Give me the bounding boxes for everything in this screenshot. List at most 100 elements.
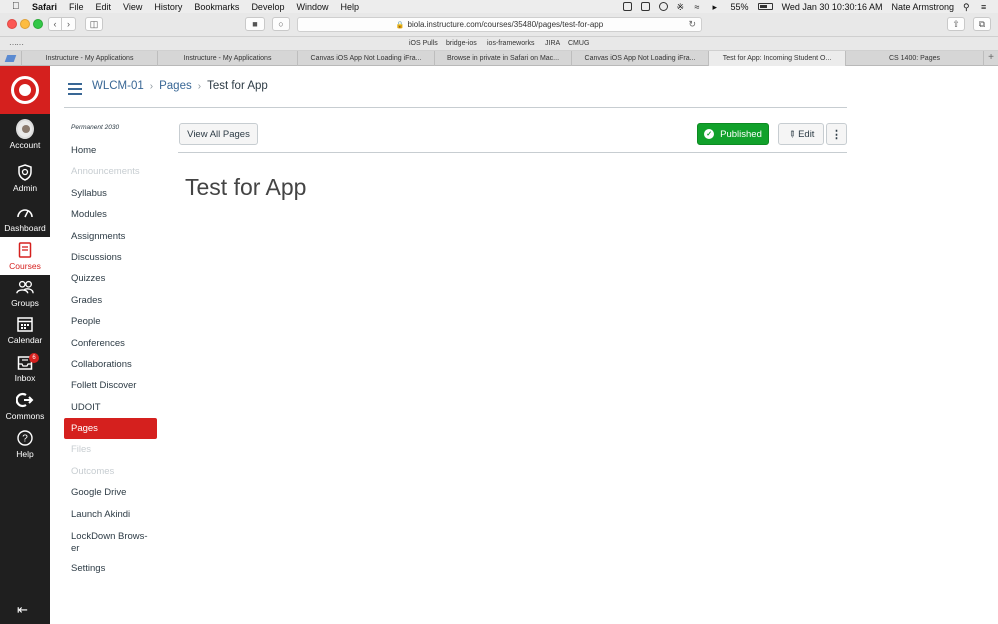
- menu-edit[interactable]: Edit: [96, 2, 112, 12]
- dashboard-gauge-icon: [16, 203, 34, 221]
- view-all-pages-button[interactable]: View All Pages: [179, 123, 258, 145]
- package-icon[interactable]: [640, 2, 650, 11]
- course-nav-item-launch-akindi[interactable]: Launch Akindi: [64, 504, 157, 525]
- tab[interactable]: Canvas iOS App Not Loading iFra...: [572, 51, 709, 66]
- course-menu-toggle[interactable]: [68, 83, 82, 95]
- menu-file[interactable]: File: [69, 2, 84, 12]
- pinned-tab[interactable]: [0, 51, 22, 66]
- edit-button[interactable]: ✎ Edit: [778, 123, 824, 145]
- global-nav-help[interactable]: ? Help: [0, 429, 50, 459]
- course-nav-item-collaborations[interactable]: Collaborations: [64, 354, 157, 375]
- tab[interactable]: Canvas iOS App Not Loading iFra...: [298, 51, 435, 66]
- menu-develop[interactable]: Develop: [251, 2, 284, 12]
- course-nav-item-pages[interactable]: Pages: [64, 418, 157, 440]
- course-nav-item-outcomes[interactable]: Outcomes: [64, 461, 157, 482]
- global-nav-label: Inbox: [14, 373, 36, 383]
- dropbox-icon[interactable]: [622, 2, 632, 11]
- institution-logo[interactable]: [0, 66, 50, 114]
- zoom-window-button[interactable]: [33, 19, 43, 29]
- volume-icon[interactable]: ▸: [713, 2, 722, 12]
- address-bar[interactable]: 🔒 biola.instructure.com/courses/35480/pa…: [297, 17, 702, 32]
- clock[interactable]: Wed Jan 30 10:30:16 AM: [782, 2, 883, 12]
- menu-safari[interactable]: Safari: [32, 2, 57, 12]
- spotlight-icon[interactable]: ⚲: [963, 2, 972, 12]
- groups-icon: [16, 278, 34, 296]
- video-camera-icon: ■: [252, 19, 258, 29]
- global-nav-calendar[interactable]: Calendar: [0, 315, 50, 345]
- breadcrumb-course-link[interactable]: WLCM-01: [92, 80, 144, 92]
- minimize-window-button[interactable]: [20, 19, 30, 29]
- global-nav-courses[interactable]: Courses: [0, 237, 50, 275]
- favorite-ios-pulls[interactable]: iOS Pulls: [409, 40, 438, 47]
- course-nav-item-assignments[interactable]: Assignments: [64, 226, 157, 247]
- global-nav-label: Account: [9, 140, 41, 150]
- camera-extension-button[interactable]: ■: [245, 17, 265, 31]
- tab[interactable]: CS 1400: Pages: [846, 51, 984, 66]
- course-nav-item-udoit[interactable]: UDOIT: [64, 397, 157, 418]
- course-nav-item-modules[interactable]: Modules: [64, 204, 157, 225]
- apple-icon[interactable]: : [12, 1, 22, 12]
- tab[interactable]: Instructure - My Applications: [22, 51, 158, 66]
- published-toggle-button[interactable]: ✓ Published: [697, 123, 769, 145]
- tab[interactable]: Browse in private in Safari on Mac...: [435, 51, 572, 66]
- global-nav-groups[interactable]: Groups: [0, 278, 50, 308]
- global-nav-account[interactable]: Account: [0, 119, 50, 150]
- chevron-left-icon: ‹: [53, 19, 57, 29]
- edit-label: Edit: [798, 128, 815, 140]
- course-nav-item-discussions[interactable]: Discussions: [64, 247, 157, 268]
- more-options-button[interactable]: ⋮: [826, 123, 847, 145]
- favorite-bridge-ios[interactable]: bridge-ios: [446, 40, 477, 47]
- global-nav-admin[interactable]: Admin: [0, 163, 50, 193]
- course-nav-item-settings[interactable]: Settings: [64, 558, 157, 579]
- course-nav-item-announcements[interactable]: Announcements: [64, 161, 157, 182]
- reload-icon[interactable]: ↻: [688, 19, 696, 30]
- menu-bookmarks[interactable]: Bookmarks: [194, 2, 239, 12]
- notification-center-icon[interactable]: ≡: [981, 2, 990, 12]
- favorite-jira[interactable]: JIRA: [545, 40, 560, 47]
- tab-overview-button[interactable]: ⧉: [973, 17, 991, 31]
- show-favorites-grid-icon[interactable]: ⋯⋯: [9, 40, 24, 49]
- bluetooth-icon[interactable]: ※: [677, 2, 686, 12]
- sidebar-toggle-button[interactable]: ◫: [85, 17, 103, 31]
- share-button[interactable]: ⇧: [947, 17, 965, 31]
- logo-icon: [11, 76, 39, 104]
- new-tab-button[interactable]: +: [988, 52, 994, 63]
- course-nav-item-lockdown-brows-er[interactable]: LockDown Brows-er: [64, 525, 157, 558]
- tab-active[interactable]: Test for App: Incoming Student O...: [709, 51, 846, 66]
- course-nav-item-files[interactable]: Files: [64, 439, 157, 460]
- tabs-icon: ⧉: [978, 18, 986, 29]
- global-nav-inbox[interactable]: 6 Inbox: [0, 353, 50, 383]
- battery-icon[interactable]: [757, 3, 773, 10]
- global-navigation: Account Admin Dashboard Courses Groups C…: [0, 66, 50, 624]
- course-nav-item-google-drive[interactable]: Google Drive: [64, 482, 157, 503]
- menu-help[interactable]: Help: [340, 2, 359, 12]
- collapse-nav-icon[interactable]: ⇤: [17, 602, 28, 618]
- favorite-cmug[interactable]: CMUG: [568, 40, 589, 47]
- menu-history[interactable]: History: [154, 2, 182, 12]
- global-nav-dashboard[interactable]: Dashboard: [0, 203, 50, 233]
- menu-window[interactable]: Window: [296, 2, 328, 12]
- favorite-ios-frameworks[interactable]: ios-frameworks: [487, 40, 534, 47]
- global-nav-label: Help: [16, 449, 34, 459]
- menu-view[interactable]: View: [123, 2, 142, 12]
- close-window-button[interactable]: [7, 19, 17, 29]
- course-nav-item-follett-discover[interactable]: Follett Discover: [64, 375, 157, 396]
- course-nav-item-syllabus[interactable]: Syllabus: [64, 183, 157, 204]
- course-nav-item-quizzes[interactable]: Quizzes: [64, 268, 157, 289]
- macos-menubar:  Safari File Edit View History Bookmark…: [0, 0, 998, 13]
- wifi-icon[interactable]: ≈: [695, 2, 704, 12]
- global-nav-commons[interactable]: Commons: [0, 391, 50, 421]
- forward-button[interactable]: ›: [62, 17, 76, 31]
- tab[interactable]: Instructure - My Applications: [158, 51, 298, 66]
- chevron-right-icon: ›: [149, 80, 154, 92]
- course-nav-item-conferences[interactable]: Conferences: [64, 333, 157, 354]
- course-nav-item-grades[interactable]: Grades: [64, 290, 157, 311]
- password-extension-button[interactable]: ○: [272, 17, 290, 31]
- onepassword-icon[interactable]: [658, 2, 668, 11]
- course-nav-item-people[interactable]: People: [64, 311, 157, 332]
- battery-percent[interactable]: 55%: [731, 2, 749, 12]
- course-nav-item-home[interactable]: Home: [64, 140, 157, 161]
- breadcrumb-pages-link[interactable]: Pages: [159, 80, 192, 92]
- back-button[interactable]: ‹: [48, 17, 62, 31]
- user-name[interactable]: Nate Armstrong: [891, 2, 954, 12]
